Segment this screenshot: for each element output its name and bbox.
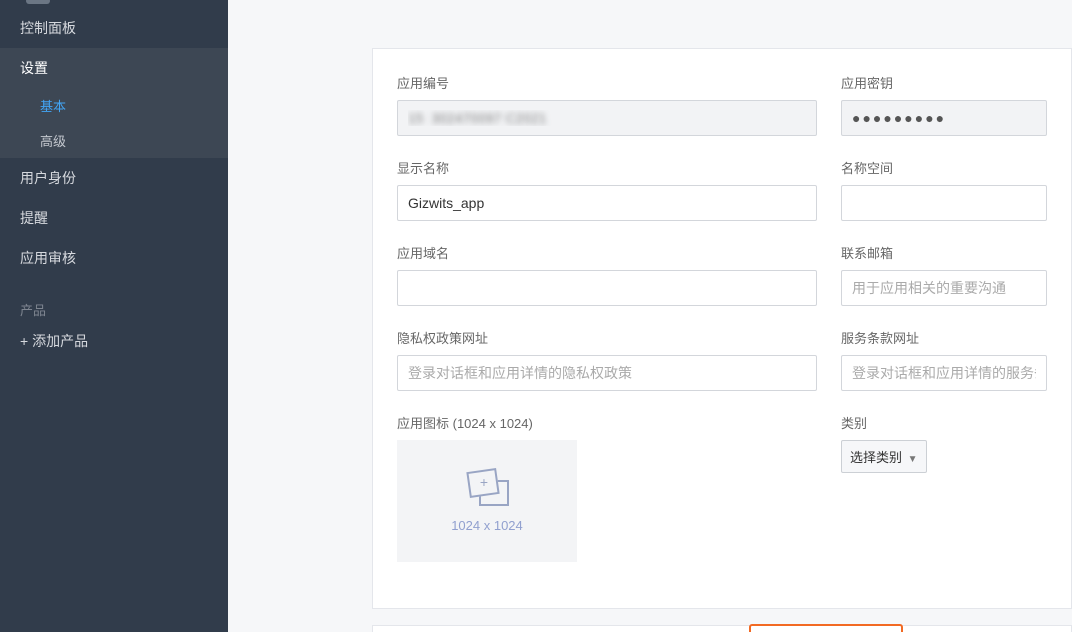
field-app-domain: 应用域名 bbox=[397, 243, 817, 306]
select-category[interactable]: 选择类别 ▼ bbox=[841, 440, 927, 473]
label-contact-email: 联系邮箱 bbox=[841, 243, 1047, 262]
chevron-down-icon: ▼ bbox=[908, 454, 918, 465]
input-app-id bbox=[397, 100, 817, 136]
field-privacy-url: 隐私权政策网址 bbox=[397, 328, 817, 391]
input-app-secret bbox=[841, 100, 1047, 136]
sidebar-subitem-basic[interactable]: 基本 bbox=[0, 88, 228, 123]
photo-upload-icon: + bbox=[465, 470, 509, 508]
form-column-right: 应用密钥 名称空间 联系邮箱 服务条款网址 类别 选择类别 ▼ bbox=[841, 73, 1047, 584]
sidebar-add-product[interactable]: + 添加产品 bbox=[0, 325, 228, 357]
input-privacy-url[interactable] bbox=[397, 355, 817, 391]
add-platform-button[interactable]: ＋ 添加平台 bbox=[749, 624, 903, 632]
sidebar-item-dashboard[interactable]: 控制面板 bbox=[0, 8, 228, 48]
label-display-name: 显示名称 bbox=[397, 158, 817, 177]
label-app-id: 应用编号 bbox=[397, 73, 817, 92]
sidebar-section-products: 产品 bbox=[0, 290, 228, 325]
label-app-secret: 应用密钥 bbox=[841, 73, 1047, 92]
label-tos-url: 服务条款网址 bbox=[841, 328, 1047, 347]
select-category-value: 选择类别 bbox=[850, 450, 902, 465]
form-column-left: 应用编号 显示名称 应用域名 隐私权政策网址 应用图标 (1024 x 1024… bbox=[397, 73, 817, 584]
app-icon-upload[interactable]: + 1024 x 1024 bbox=[397, 440, 577, 562]
label-category: 类别 bbox=[841, 413, 1047, 432]
sidebar-badge bbox=[26, 0, 50, 4]
plus-icon: + bbox=[480, 473, 488, 489]
sidebar-item-settings[interactable]: 设置 bbox=[0, 48, 228, 88]
sidebar-item-alerts[interactable]: 提醒 bbox=[0, 198, 228, 238]
input-display-name[interactable] bbox=[397, 185, 817, 221]
main-content: 应用编号 显示名称 应用域名 隐私权政策网址 应用图标 (1024 x 1024… bbox=[228, 0, 1072, 632]
sidebar-top-strip bbox=[0, 0, 228, 8]
field-app-icon: 应用图标 (1024 x 1024) + 1024 x 1024 bbox=[397, 413, 817, 562]
label-app-icon: 应用图标 (1024 x 1024) bbox=[397, 413, 817, 432]
input-app-domain[interactable] bbox=[397, 270, 817, 306]
input-namespace[interactable] bbox=[841, 185, 1047, 221]
photo-frame-front: + bbox=[466, 468, 499, 498]
label-app-domain: 应用域名 bbox=[397, 243, 817, 262]
field-namespace: 名称空间 bbox=[841, 158, 1047, 221]
sidebar: 控制面板 设置 基本 高级 用户身份 提醒 应用审核 产品 + 添加产品 bbox=[0, 0, 228, 632]
add-platform-card: ＋ 添加平台 bbox=[372, 625, 1072, 632]
sidebar-subitem-advanced[interactable]: 高级 bbox=[0, 123, 228, 158]
field-contact-email: 联系邮箱 bbox=[841, 243, 1047, 306]
sidebar-item-app-review[interactable]: 应用审核 bbox=[0, 238, 228, 278]
settings-form-card: 应用编号 显示名称 应用域名 隐私权政策网址 应用图标 (1024 x 1024… bbox=[372, 48, 1072, 609]
app-icon-hint: 1024 x 1024 bbox=[451, 518, 523, 533]
field-tos-url: 服务条款网址 bbox=[841, 328, 1047, 391]
field-category: 类别 选择类别 ▼ bbox=[841, 413, 1047, 473]
field-app-secret: 应用密钥 bbox=[841, 73, 1047, 136]
input-contact-email[interactable] bbox=[841, 270, 1047, 306]
label-privacy-url: 隐私权政策网址 bbox=[397, 328, 817, 347]
field-app-id: 应用编号 bbox=[397, 73, 817, 136]
sidebar-item-roles[interactable]: 用户身份 bbox=[0, 158, 228, 198]
label-namespace: 名称空间 bbox=[841, 158, 1047, 177]
input-tos-url[interactable] bbox=[841, 355, 1047, 391]
field-display-name: 显示名称 bbox=[397, 158, 817, 221]
